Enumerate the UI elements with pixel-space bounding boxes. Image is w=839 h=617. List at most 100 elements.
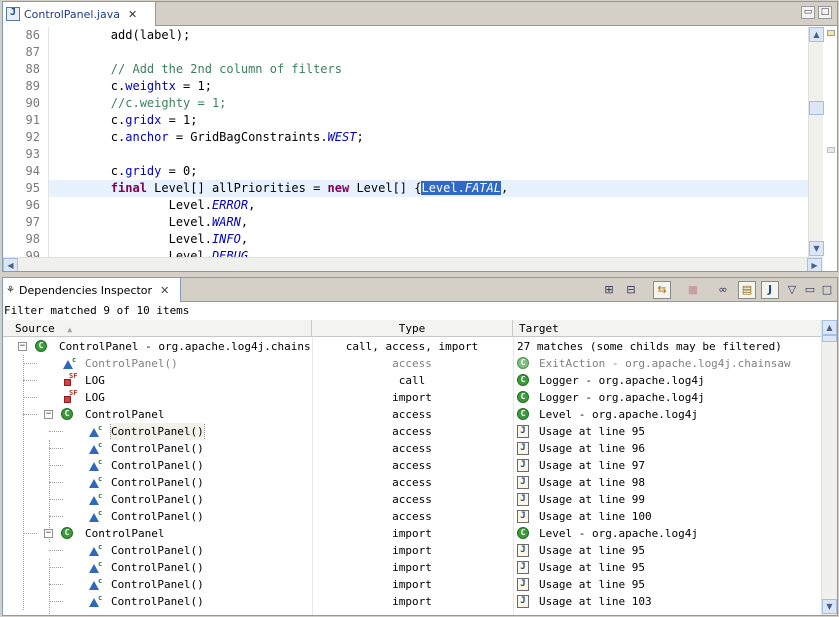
target-cell: C Level - org.apache.log4j [513, 525, 821, 542]
scroll-up-icon[interactable]: ▲ [822, 320, 837, 335]
view-menu-icon[interactable]: ▽ [783, 281, 801, 299]
code-area[interactable]: add(label); // Add the 2nd column of fil… [49, 27, 809, 257]
source-name: ControlPanel() [110, 423, 205, 440]
code-line[interactable]: c.weightx = 1; [49, 78, 809, 95]
type-cell: import [392, 544, 432, 557]
column-label-type: Type [398, 322, 426, 335]
code-line[interactable]: Level.INFO, [49, 231, 809, 248]
table-vertical-scrollbar[interactable]: ▲ ▼ [821, 320, 837, 615]
line-number: 91 [25, 113, 40, 127]
overview-ruler[interactable] [824, 27, 837, 271]
table-row[interactable]: c ControlPanel() access C ExitAction - org.a… [3, 355, 821, 372]
editor-horizontal-scrollbar[interactable]: ◀ ▶ [3, 257, 823, 271]
code-line[interactable]: add(label); [49, 27, 809, 44]
close-icon[interactable]: ✕ [160, 284, 169, 297]
code-token: , [248, 249, 256, 257]
table-row[interactable]: SF LOG call C Logger - org.apache.log4j [3, 372, 821, 389]
column-header-type[interactable]: Type [312, 320, 513, 337]
source-cell: c ControlPanel() [3, 474, 311, 491]
occurrence-marker-icon[interactable] [827, 147, 835, 153]
table-row[interactable]: c ControlPanel() access Usage at line 98 [3, 474, 821, 491]
scroll-left-icon[interactable]: ◀ [3, 258, 18, 271]
code-line[interactable]: Level.WARN, [49, 214, 809, 231]
source-cell: c ControlPanel() [3, 542, 311, 559]
code-line[interactable]: //c.weighty = 1; [49, 95, 809, 112]
tree-guide [49, 482, 63, 483]
code-line[interactable]: Level.DEBUG, [49, 248, 809, 257]
editor-tab[interactable]: ControlPanel.java ✕ [3, 2, 156, 26]
code-line[interactable] [49, 44, 809, 61]
tree-guide [23, 533, 37, 534]
table-row[interactable]: c ControlPanel() import Usage at line 95 [3, 576, 821, 593]
table-row[interactable]: c ControlPanel() access Usage at line 97 [3, 457, 821, 474]
minimize-button[interactable]: ▭ [801, 281, 819, 299]
sync-icon[interactable]: ⇆ [653, 281, 671, 299]
current-code-line[interactable]: final Level[] allPriorities = new Level[… [49, 180, 809, 197]
scroll-down-icon[interactable]: ▼ [822, 599, 837, 614]
column-header-target[interactable]: Target [513, 320, 821, 337]
target-text: Usage at line 98 [539, 476, 645, 489]
code-line[interactable]: // Add the 2nd column of filters [49, 61, 809, 78]
scroll-right-icon[interactable]: ▶ [807, 258, 822, 271]
stop-icon[interactable]: ■ [684, 281, 702, 299]
table-row[interactable]: − C ControlPanel - org.apache.log4j.chains… [3, 338, 821, 355]
table-row[interactable]: SF LOG import C Logger - org.apache.log4j [3, 389, 821, 406]
glasses-icon[interactable]: ∞ [714, 281, 732, 299]
column-label-source: Source [15, 322, 55, 335]
source-cell: c ControlPanel() [3, 559, 311, 576]
code-token: , [240, 215, 249, 229]
minimize-button[interactable]: ▭ [801, 6, 815, 19]
source-name: LOG [85, 374, 105, 387]
table-row[interactable]: − C ControlPanel access C Level - org.apache.… [3, 406, 821, 423]
source-cell: c ControlPanel() [3, 355, 311, 372]
table-row[interactable]: c ControlPanel() import Usage at line 95 [3, 542, 821, 559]
source-cell: SF LOG [3, 389, 311, 406]
hierarchy-icon[interactable]: ▤ [738, 281, 756, 299]
code-line[interactable] [49, 146, 809, 163]
type-cell: access [392, 459, 432, 472]
code-token: Level. [53, 249, 212, 257]
collapse-toggle-icon[interactable]: − [44, 410, 53, 419]
java-file-icon [517, 425, 529, 438]
target-text: 27 matches (some childs may be filtered) [517, 340, 782, 353]
collapse-toggle-icon[interactable]: − [44, 529, 53, 538]
expand-all-icon[interactable]: ⊞ [600, 281, 618, 299]
source-name: ControlPanel() [85, 357, 178, 370]
warning-marker-icon[interactable] [827, 30, 835, 36]
constructor-badge-icon: c [98, 543, 103, 551]
view-tab[interactable]: ⚘ Dependencies Inspector ✕ [3, 278, 181, 302]
target-text: Level - org.apache.log4j [539, 408, 698, 421]
exit-action-class-icon: C [517, 357, 529, 369]
table-row[interactable]: c ControlPanel() access Usage at line 95 [3, 423, 821, 440]
table-row[interactable]: c ControlPanel() access Usage at line 96 [3, 440, 821, 457]
collapse-all-icon[interactable]: ⊟ [622, 281, 640, 299]
scroll-up-icon[interactable]: ▲ [809, 27, 824, 42]
scroll-thumb[interactable] [809, 101, 824, 115]
editor-vertical-scrollbar[interactable]: ▲ ▼ [808, 27, 824, 257]
code-token: Level. [53, 198, 212, 212]
table-row[interactable]: c ControlPanel() access Usage at line 100 [3, 508, 821, 525]
table-row[interactable]: c ControlPanel() import Usage at line 95 [3, 559, 821, 576]
maximize-button[interactable]: □ [818, 281, 836, 299]
source-cell: c ControlPanel() [3, 457, 311, 474]
collapse-toggle-icon[interactable]: − [18, 342, 27, 351]
scroll-down-icon[interactable]: ▼ [809, 241, 824, 256]
maximize-button[interactable]: □ [818, 6, 832, 19]
target-text: Usage at line 99 [539, 493, 645, 506]
tree-guide [49, 601, 63, 602]
code-line[interactable]: Level.ERROR, [49, 197, 809, 214]
code-line[interactable]: c.gridy = 0; [49, 163, 809, 180]
java-filter-icon[interactable]: J [761, 281, 779, 299]
constructor-badge-icon: c [98, 594, 103, 602]
table-row[interactable]: c ControlPanel() access Usage at line 99 [3, 491, 821, 508]
close-icon[interactable]: ✕ [128, 8, 137, 21]
code-line[interactable]: c.anchor = GridBagConstraints.WEST; [49, 129, 809, 146]
type-cell: access [392, 408, 432, 421]
scroll-thumb[interactable] [822, 335, 837, 342]
tree-guide [23, 397, 37, 398]
table-row[interactable]: − C ControlPanel import C Level - org.apache.… [3, 525, 821, 542]
column-header-source[interactable]: Source ▲ [3, 320, 312, 337]
class-icon: C [61, 408, 73, 420]
code-line[interactable]: c.gridx = 1; [49, 112, 809, 129]
table-row[interactable]: c ControlPanel() import Usage at line 103 [3, 593, 821, 610]
